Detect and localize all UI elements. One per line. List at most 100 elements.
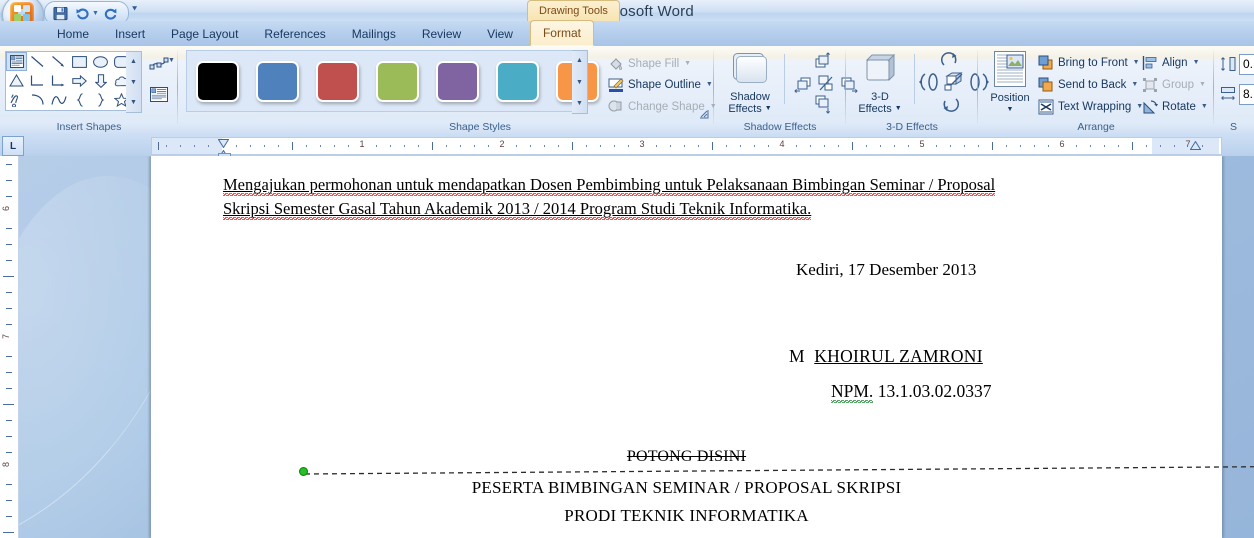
gallery-scroll-down-icon[interactable]: ▼ — [130, 74, 137, 91]
right-indent-marker[interactable] — [1189, 137, 1202, 155]
position-dropdown-icon[interactable]: ▼ — [1007, 104, 1014, 116]
shapes-gallery[interactable] — [5, 51, 133, 111]
shape-style-red[interactable] — [316, 61, 359, 102]
tab-references[interactable]: References — [251, 22, 338, 46]
vruler-number-8: 8 — [1, 462, 11, 468]
paragraph-request[interactable]: Mengajukan permohonan untuk mendapatkan … — [223, 173, 1133, 221]
document-page[interactable]: Mengajukan permohonan untuk mendapatkan … — [151, 156, 1254, 538]
shape-styles-gallery[interactable] — [186, 50, 599, 112]
line-arrow-icon[interactable] — [48, 52, 69, 71]
signature-name-line[interactable]: M KHOIRUL ZAMRONI — [789, 346, 983, 367]
shape-height-input[interactable]: 0. — [1239, 54, 1254, 75]
shape-style-green[interactable] — [376, 61, 419, 102]
name-prefix: M — [789, 346, 805, 366]
shape-styles-scrollbar[interactable]: ▲ ▼ ▼ — [572, 50, 588, 114]
draw-text-box-button[interactable] — [147, 82, 171, 106]
shape-style-purple[interactable] — [436, 61, 479, 102]
edit-shape-button[interactable] — [147, 52, 171, 76]
shape-outline-dropdown-icon[interactable]: ▼ — [706, 81, 713, 88]
line-icon[interactable] — [27, 52, 48, 71]
down-arrow-icon[interactable] — [90, 71, 111, 90]
footer-line-1[interactable]: PESERTA BIMBINGAN SEMINAR / PROPOSAL SKR… — [151, 478, 1222, 498]
vertical-ruler[interactable]: 6 7 8 — [0, 156, 19, 538]
position-icon — [994, 51, 1026, 90]
align-dropdown-icon[interactable]: ▼ — [1193, 59, 1200, 66]
gallery-scroll-up-icon[interactable]: ▲ — [130, 53, 137, 70]
ruler-number-1: 1 — [359, 139, 365, 149]
send-to-back-label: Send to Back — [1058, 78, 1127, 91]
shapes-gallery-scrollbar[interactable]: ▲ ▼ ▼ — [126, 51, 142, 113]
styles-scroll-down-icon[interactable]: ▼ — [576, 74, 583, 91]
styles-more-icon[interactable]: ▼ — [576, 95, 583, 112]
group-title-size: S — [1230, 121, 1238, 133]
ribbon-tab-strip: Home Insert Page Layout References Maili… — [0, 20, 1254, 47]
oval-icon[interactable] — [90, 52, 111, 71]
tab-view[interactable]: View — [474, 22, 526, 46]
ribbon-group-shadow-effects: Shadow Effects ▼ Shadow Effects — [714, 46, 858, 134]
tab-home[interactable]: Home — [44, 22, 102, 46]
text-wrapping-button[interactable]: Text Wrapping ▼ — [1038, 97, 1143, 116]
bring-to-front-dropdown-icon[interactable]: ▼ — [1133, 59, 1140, 66]
tab-stop-selector[interactable]: L — [2, 136, 24, 156]
scribble-icon[interactable] — [6, 90, 27, 109]
first-line-indent-marker[interactable] — [217, 135, 230, 149]
send-to-back-button[interactable]: Send to Back ▼ — [1038, 75, 1138, 94]
shape-fill-dropdown-icon[interactable]: ▼ — [684, 60, 691, 67]
align-icon — [1142, 55, 1158, 71]
tab-insert[interactable]: Insert — [102, 22, 158, 46]
vruler-number-6: 6 — [1, 206, 11, 212]
tab-review[interactable]: Review — [409, 22, 474, 46]
shape-rotation-handle[interactable] — [299, 467, 308, 476]
shape-height-icon — [1220, 56, 1236, 77]
tilt-down-button[interactable] — [938, 91, 962, 115]
shadow-effects-button[interactable]: Shadow Effects ▼ — [722, 51, 778, 115]
change-shape-label: Change Shape — [628, 100, 705, 113]
send-to-back-icon — [1038, 77, 1054, 93]
rotate-button[interactable]: Rotate ▼ — [1142, 97, 1208, 116]
group-inner-separator — [784, 54, 785, 104]
elbow-arrow-connector-icon[interactable] — [48, 71, 69, 90]
position-button[interactable]: Position ▼ — [984, 51, 1036, 116]
shape-style-blue[interactable] — [256, 61, 299, 102]
gallery-more-icon[interactable]: ▼ — [130, 94, 137, 111]
shape-fill-button[interactable]: Shape Fill ▼ — [608, 54, 691, 73]
tab-page-layout[interactable]: Page Layout — [158, 22, 251, 46]
align-button[interactable]: Align ▼ — [1142, 53, 1200, 72]
cut-here-label[interactable]: POTONG DISINI — [151, 448, 1222, 466]
arc-icon[interactable] — [27, 90, 48, 109]
right-arrow-icon[interactable] — [69, 71, 90, 90]
shape-style-teal[interactable] — [496, 61, 539, 102]
shape-width-input[interactable]: 8. — [1239, 84, 1254, 105]
right-brace-icon[interactable] — [90, 90, 111, 109]
send-to-back-dropdown-icon[interactable]: ▼ — [1131, 81, 1138, 88]
nudge-shadow-down-button[interactable] — [810, 92, 834, 116]
rotate-dropdown-icon[interactable]: ▼ — [1201, 103, 1208, 110]
group-dropdown-icon[interactable]: ▼ — [1199, 81, 1206, 88]
three-d-effects-button[interactable]: 3-D Effects ▼ — [852, 51, 908, 115]
date-line[interactable]: Kediri, 17 Desember 2013 — [796, 260, 976, 280]
left-brace-icon[interactable] — [69, 90, 90, 109]
group-button[interactable]: Group ▼ — [1142, 75, 1206, 94]
curve-icon[interactable] — [48, 90, 69, 109]
shape-outline-button[interactable]: Shape Outline ▼ — [608, 75, 713, 94]
elbow-connector-icon[interactable] — [27, 71, 48, 90]
styles-scroll-up-icon[interactable]: ▲ — [576, 52, 583, 69]
horizontal-ruler[interactable]: L 1 2 3 4 5 6 7 — [0, 134, 1254, 161]
nudge-shadow-up-button[interactable] — [810, 50, 834, 74]
triangle-icon[interactable] — [6, 71, 27, 90]
shadow-effects-label-2: Effects ▼ — [728, 103, 772, 115]
ribbon-tabs: Home Insert Page Layout References Maili… — [44, 20, 594, 46]
shadow-preview-icon — [731, 51, 769, 88]
footer-line-2[interactable]: PRODI TEKNIK INFORMATIKA — [151, 506, 1222, 526]
rectangle-icon[interactable] — [69, 52, 90, 71]
shape-styles-dialog-launcher[interactable] — [699, 109, 710, 120]
bring-to-front-button[interactable]: Bring to Front ▼ — [1038, 53, 1140, 72]
word-application-window: ▼ ⯆ pti - Microsoft Word Drawing Tools H… — [0, 0, 1254, 538]
horizontal-ruler-track[interactable]: 1 2 3 4 5 6 7 — [151, 137, 1222, 155]
text-box-icon[interactable] — [6, 52, 27, 71]
shape-style-black[interactable] — [196, 61, 239, 102]
tab-format[interactable]: Format — [529, 20, 594, 46]
tab-mailings[interactable]: Mailings — [339, 22, 409, 46]
edit-shape-dropdown-icon[interactable]: ▼ — [168, 57, 175, 64]
npm-line[interactable]: NPM. 13.1.03.02.0337 — [831, 381, 991, 403]
